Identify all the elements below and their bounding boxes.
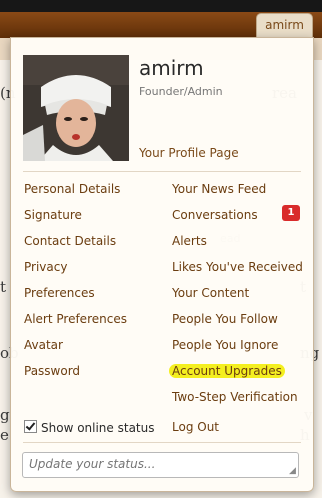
menu-conversations[interactable]: Conversations [172, 208, 258, 222]
menu-people-you-ignore[interactable]: People You Ignore [172, 338, 278, 352]
menu-your-content[interactable]: Your Content [172, 286, 249, 300]
profile-page-link[interactable]: Your Profile Page [139, 146, 239, 160]
site-top-bar [0, 0, 322, 12]
menu-personal-details[interactable]: Personal Details [24, 182, 120, 196]
account-popup: amirm Founder/Admin Your Profile Page Pe… [10, 37, 314, 492]
user-menu-tab[interactable]: amirm [256, 13, 313, 38]
menu-two-step-verification[interactable]: Two-Step Verification [172, 390, 298, 404]
menu-log-out[interactable]: Log Out [172, 420, 219, 434]
username: amirm [139, 56, 204, 80]
avatar-image [23, 55, 129, 161]
resize-grip-icon[interactable]: ◢ [289, 466, 296, 476]
account-upgrades-label: Account Upgrades [169, 364, 285, 378]
menu-alerts[interactable]: Alerts [172, 234, 207, 248]
menu-account-upgrades[interactable]: Account Upgrades [169, 364, 285, 378]
menu-preferences[interactable]: Preferences [24, 286, 95, 300]
menu-likes-received[interactable]: Likes You've Received [172, 260, 303, 274]
menu-password[interactable]: Password [24, 364, 80, 378]
menu-signature[interactable]: Signature [24, 208, 82, 222]
menu-alert-preferences[interactable]: Alert Preferences [24, 312, 127, 326]
online-status-checkbox[interactable] [24, 420, 37, 433]
conversations-badge: 1 [282, 205, 300, 221]
status-input[interactable] [22, 452, 299, 478]
menu-people-you-follow[interactable]: People You Follow [172, 312, 278, 326]
avatar[interactable] [23, 55, 129, 161]
divider [23, 442, 301, 443]
user-title: Founder/Admin [139, 85, 223, 98]
divider [23, 171, 301, 172]
menu-avatar[interactable]: Avatar [24, 338, 63, 352]
menu-privacy[interactable]: Privacy [24, 260, 67, 274]
menu-contact-details[interactable]: Contact Details [24, 234, 116, 248]
show-online-status[interactable]: Show online status [24, 420, 154, 435]
menu-news-feed[interactable]: Your News Feed [172, 182, 266, 196]
online-status-label: Show online status [41, 421, 155, 435]
